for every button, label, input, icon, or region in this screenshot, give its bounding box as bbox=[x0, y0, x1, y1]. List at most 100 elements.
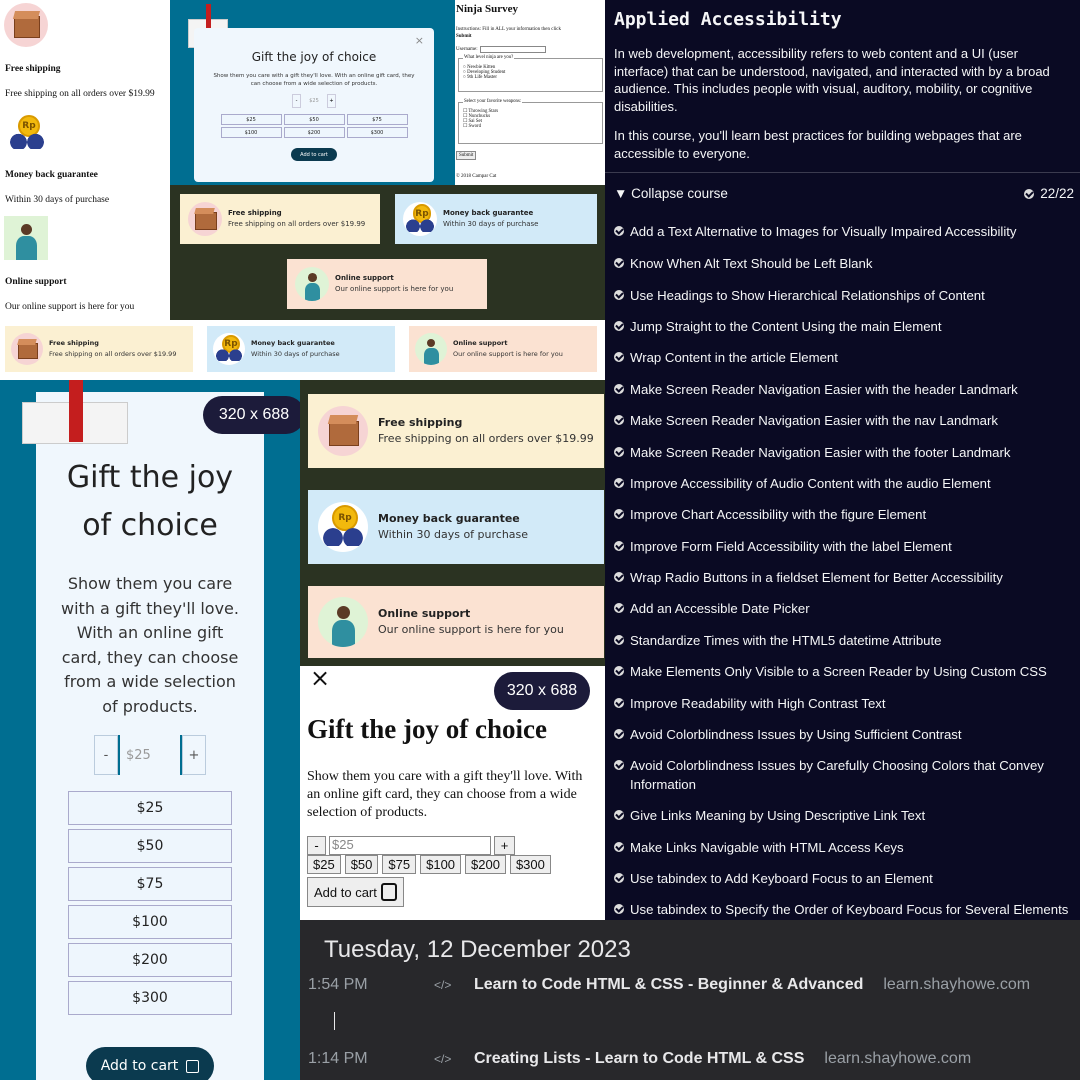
weapon-fieldset: Select your favorite weapons: ☐ Throwing… bbox=[458, 99, 603, 144]
lesson-link[interactable]: Avoid Colorblindness Issues by Using Suf… bbox=[614, 725, 1074, 744]
feature-card: Free shipping Free shipping on all orders… bbox=[5, 326, 193, 372]
amount-option[interactable]: $50 bbox=[68, 829, 232, 863]
minus-button[interactable]: - bbox=[292, 94, 301, 108]
lesson-link[interactable]: Give Links Meaning by Using Descriptive … bbox=[614, 806, 1074, 825]
survey-instructions: Instructions: Fill in ALL your informati… bbox=[456, 27, 561, 39]
course-intro: In this course, you'll learn best practi… bbox=[614, 128, 1022, 161]
modal-desc: Show them you care with a gift they'll l… bbox=[307, 769, 583, 820]
lesson-title: Improve Chart Accessibility with the fig… bbox=[630, 507, 927, 522]
lesson-title: Use tabindex to Add Keyboard Focus to an… bbox=[630, 871, 933, 886]
lesson-link[interactable]: Use tabindex to Specify the Order of Key… bbox=[614, 900, 1074, 919]
minus-button[interactable]: - bbox=[307, 836, 326, 855]
triangle-down-icon: ▼ bbox=[614, 186, 628, 201]
lesson-link[interactable]: Use tabindex to Add Keyboard Focus to an… bbox=[614, 869, 1074, 888]
lesson-link[interactable]: Standardize Times with the HTML5 datetim… bbox=[614, 631, 1074, 650]
lesson-link[interactable]: Make Screen Reader Navigation Easier wit… bbox=[614, 411, 1074, 430]
course-progress: 22/22 bbox=[1024, 186, 1074, 201]
lesson-link[interactable]: Wrap Radio Buttons in a fieldset Element… bbox=[614, 568, 1074, 587]
amount-input[interactable]: $25 bbox=[303, 94, 325, 108]
lesson-link[interactable]: Know When Alt Text Should be Left Blank bbox=[614, 254, 1074, 273]
amount-option[interactable]: $75 bbox=[382, 855, 417, 874]
collapse-course-button[interactable]: ▼ Collapse course bbox=[614, 186, 728, 201]
feature-sub: Within 30 days of purchase bbox=[5, 195, 110, 205]
check-circle-icon bbox=[614, 842, 624, 852]
lesson-link[interactable]: Make Screen Reader Navigation Easier wit… bbox=[614, 380, 1074, 399]
lesson-link[interactable]: Make Screen Reader Navigation Easier wit… bbox=[614, 443, 1074, 462]
amount-option[interactable]: $75 bbox=[346, 114, 408, 125]
lesson-link[interactable]: Improve Chart Accessibility with the fig… bbox=[614, 505, 1074, 524]
plus-button[interactable]: + bbox=[494, 836, 515, 855]
radio-option[interactable]: ○ 9th Life Master bbox=[463, 75, 598, 80]
check-circle-icon bbox=[614, 810, 624, 820]
add-to-cart-button[interactable]: Add to cart bbox=[86, 1047, 214, 1080]
history-domain: learn.shayhowe.com bbox=[883, 976, 1031, 993]
support-person-icon bbox=[295, 267, 329, 301]
history-entry[interactable]: 1:14 PM </> Creating Lists - Learn to Co… bbox=[308, 1048, 1078, 1070]
amount-option[interactable]: $25 bbox=[68, 791, 232, 825]
history-entry[interactable]: 1:54 PM </> Learn to Code HTML & CSS - B… bbox=[308, 974, 1078, 996]
amount-option[interactable]: $25 bbox=[307, 855, 341, 874]
modal-desc: Show them you care with a gift they'll l… bbox=[213, 73, 415, 87]
coin-icon bbox=[318, 502, 368, 552]
amount-option[interactable]: $100 bbox=[220, 127, 282, 138]
minus-button[interactable]: - bbox=[94, 735, 118, 775]
lesson-link[interactable]: Use Headings to Show Hierarchical Relati… bbox=[614, 286, 1074, 305]
course-intro: In web development, accessibility refers… bbox=[614, 46, 1050, 114]
lesson-title: Add an Accessible Date Picker bbox=[630, 601, 810, 616]
check-circle-icon bbox=[614, 384, 624, 394]
checkbox-option[interactable]: ☐ Sword bbox=[463, 124, 598, 129]
add-to-cart-button[interactable]: Add to cart bbox=[291, 148, 337, 161]
level-fieldset: What level ninja are you? ○ Newbie Kitte… bbox=[458, 55, 603, 92]
amount-option[interactable]: $100 bbox=[420, 855, 462, 874]
support-person-icon bbox=[4, 216, 48, 260]
plus-button[interactable]: + bbox=[182, 735, 206, 775]
lesson-title: Add a Text Alternative to Images for Vis… bbox=[630, 224, 1017, 239]
feature-card: Money back guaranteeWithin 30 days of pu… bbox=[207, 326, 395, 372]
feature-card: Online support Our online support is here… bbox=[308, 586, 604, 658]
lesson-link[interactable]: Avoid Colorblindness Issues by Carefully… bbox=[614, 756, 1074, 794]
close-icon[interactable]: × bbox=[415, 34, 424, 47]
lesson-link[interactable]: Jump Straight to the Content Using the m… bbox=[614, 317, 1074, 336]
lesson-link[interactable]: Wrap Content in the article Element bbox=[614, 348, 1074, 367]
amount-option[interactable]: $25 bbox=[220, 114, 282, 125]
amount-option[interactable]: $200 bbox=[68, 943, 232, 977]
username-input[interactable] bbox=[479, 46, 546, 53]
amount-option[interactable]: $300 bbox=[346, 127, 408, 138]
amount-input[interactable]: $25 bbox=[329, 836, 491, 855]
shopping-bag-icon bbox=[186, 1059, 200, 1073]
feature-title: Online support bbox=[5, 277, 67, 287]
lesson-link[interactable]: Make Elements Only Visible to a Screen R… bbox=[614, 662, 1074, 681]
amount-option[interactable]: $300 bbox=[509, 855, 551, 874]
amount-input[interactable]: $25 bbox=[118, 735, 182, 775]
add-to-cart-button[interactable]: Add to cart bbox=[307, 877, 404, 907]
modal-title: Gift the joy of choice bbox=[66, 460, 234, 543]
amount-option[interactable]: $75 bbox=[68, 867, 232, 901]
lesson-link[interactable]: Improve Readability with High Contrast T… bbox=[614, 694, 1074, 713]
check-circle-icon bbox=[614, 635, 624, 645]
submit-button[interactable]: Submit bbox=[456, 151, 477, 160]
amount-stepper: - $25 + bbox=[307, 836, 515, 855]
lesson-title: Standardize Times with the HTML5 datetim… bbox=[630, 633, 942, 648]
support-person-icon bbox=[415, 333, 447, 365]
amount-option[interactable]: $200 bbox=[465, 855, 506, 874]
lesson-link[interactable]: Add an Accessible Date Picker bbox=[614, 599, 1074, 618]
amount-option[interactable]: $300 bbox=[68, 981, 232, 1015]
plus-button[interactable]: + bbox=[327, 94, 336, 108]
check-circle-icon bbox=[614, 904, 624, 914]
close-icon[interactable]: × bbox=[310, 666, 330, 692]
amount-option[interactable]: $200 bbox=[283, 127, 345, 138]
feature-card: Free shipping Free shipping on all orders… bbox=[180, 194, 380, 244]
lesson-title: Give Links Meaning by Using Descriptive … bbox=[630, 808, 926, 823]
lesson-link[interactable]: Add a Text Alternative to Images for Vis… bbox=[614, 222, 1074, 241]
amount-option[interactable]: $50 bbox=[344, 855, 379, 874]
amount-option[interactable]: $50 bbox=[283, 114, 345, 125]
coin-icon bbox=[6, 112, 48, 154]
lesson-link[interactable]: Improve Accessibility of Audio Content w… bbox=[614, 474, 1074, 493]
lesson-link[interactable]: Improve Form Field Accessibility with th… bbox=[614, 537, 1074, 556]
amount-option[interactable]: $100 bbox=[68, 905, 232, 939]
add-to-cart-label: Add to cart bbox=[100, 1058, 179, 1074]
lesson-link[interactable]: Make Links Navigable with HTML Access Ke… bbox=[614, 838, 1074, 857]
feature-title: Free shipping bbox=[5, 64, 61, 74]
check-circle-icon bbox=[614, 509, 624, 519]
lesson-title: Make Links Navigable with HTML Access Ke… bbox=[630, 840, 904, 855]
